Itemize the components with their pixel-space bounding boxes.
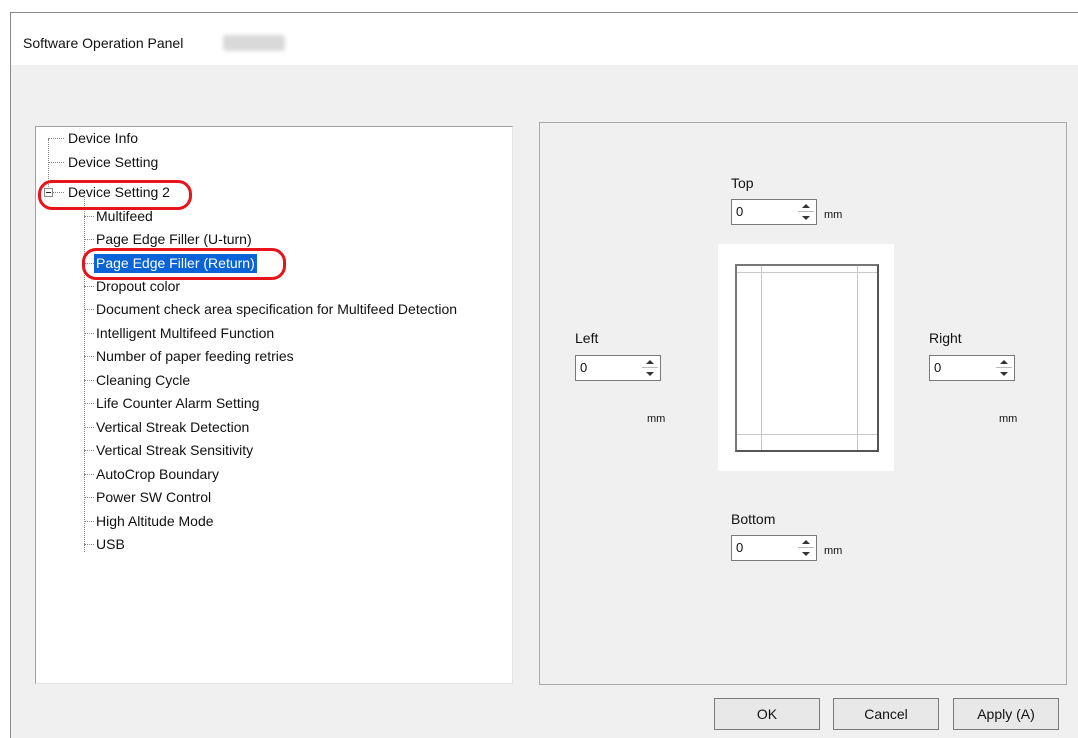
software-operation-panel-window: Software Operation Panel Device Info Dev…	[10, 12, 1078, 738]
apply-button[interactable]: Apply (A)	[953, 698, 1059, 730]
bottom-unit: mm	[824, 545, 843, 557]
tree-item-page-edge-filler-uturn[interactable]: Page Edge Filler (U-turn)	[94, 230, 254, 249]
left-value: 0	[580, 360, 588, 375]
bottom-value: 0	[736, 540, 744, 555]
page-edge-filler-panel: Top 0 mm Left 0 mm Right 0 mm Bottom 0 m…	[539, 122, 1067, 685]
left-spin-arrows[interactable]	[642, 358, 658, 378]
window-title: Software Operation Panel	[23, 35, 184, 51]
top-spin-arrows[interactable]	[798, 202, 814, 222]
left-spinbox[interactable]: 0	[575, 355, 661, 381]
tree-item-vertical-streak-sensitivity[interactable]: Vertical Streak Sensitivity	[94, 441, 255, 460]
tree-item-power-sw-control[interactable]: Power SW Control	[94, 488, 213, 507]
cancel-button[interactable]: Cancel	[833, 698, 939, 730]
right-spinbox[interactable]: 0	[929, 355, 1015, 381]
paper-sheet-preview	[735, 264, 879, 452]
tree-item-usb[interactable]: USB	[94, 535, 127, 554]
collapse-icon[interactable]	[44, 188, 53, 197]
top-label: Top	[731, 175, 754, 191]
page-preview	[718, 244, 894, 471]
ok-button[interactable]: OK	[714, 698, 820, 730]
top-spinbox[interactable]: 0	[731, 199, 817, 225]
tree-item-device-setting-2[interactable]: Device Setting 2	[66, 183, 172, 202]
tree-item-intelligent-multifeed[interactable]: Intelligent Multifeed Function	[94, 324, 276, 343]
bottom-label: Bottom	[731, 511, 776, 527]
left-label: Left	[575, 330, 599, 346]
tree-item-page-edge-filler-return[interactable]: Page Edge Filler (Return)	[94, 254, 257, 273]
tree-item-autocrop-boundary[interactable]: AutoCrop Boundary	[94, 465, 221, 484]
title-bar: Software Operation Panel	[11, 13, 1078, 65]
tree-item-device-info[interactable]: Device Info	[66, 129, 140, 148]
tree-item-document-check-area[interactable]: Document check area specification for Mu…	[94, 300, 459, 319]
tree-item-device-setting[interactable]: Device Setting	[66, 153, 160, 172]
left-unit: mm	[647, 413, 666, 425]
tree-item-multifeed[interactable]: Multifeed	[94, 207, 155, 226]
top-value: 0	[736, 204, 744, 219]
top-unit: mm	[824, 209, 843, 221]
settings-tree[interactable]: Device Info Device Setting Device Settin…	[35, 126, 513, 684]
right-value: 0	[934, 360, 942, 375]
right-spin-arrows[interactable]	[996, 358, 1012, 378]
right-unit: mm	[999, 413, 1018, 425]
bottom-spin-arrows[interactable]	[798, 538, 814, 558]
tree-item-high-altitude-mode[interactable]: High Altitude Mode	[94, 512, 216, 531]
right-label: Right	[929, 330, 962, 346]
tree-item-vertical-streak-detection[interactable]: Vertical Streak Detection	[94, 418, 251, 437]
bottom-spinbox[interactable]: 0	[731, 535, 817, 561]
tree-item-life-counter-alarm[interactable]: Life Counter Alarm Setting	[94, 394, 261, 413]
title-redacted-area	[223, 35, 285, 51]
tree-item-paper-feeding-retries[interactable]: Number of paper feeding retries	[94, 347, 296, 366]
tree-item-cleaning-cycle[interactable]: Cleaning Cycle	[94, 371, 192, 390]
tree-item-dropout-color[interactable]: Dropout color	[94, 277, 182, 296]
